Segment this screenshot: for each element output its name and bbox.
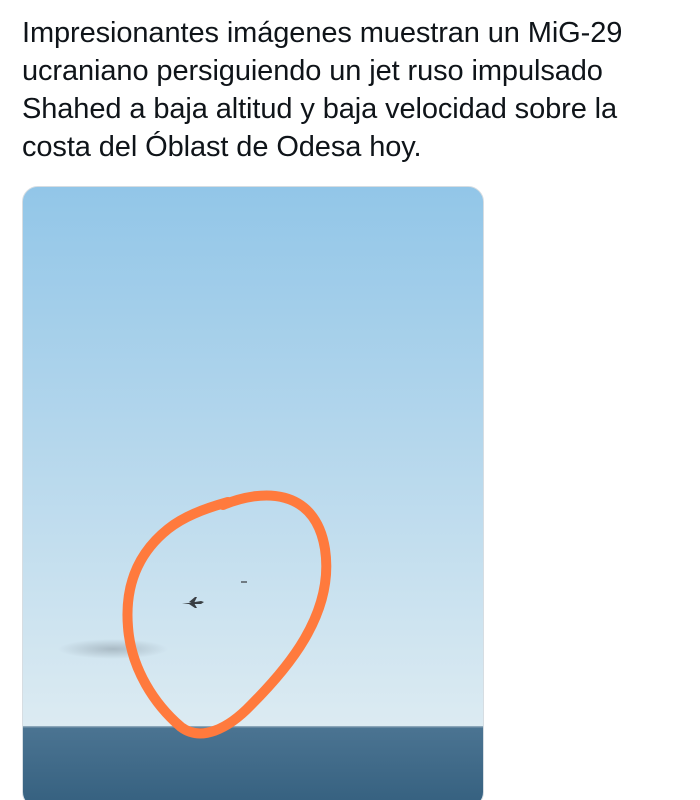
photo-scene (23, 187, 483, 800)
tweet-photo[interactable] (22, 186, 484, 800)
sea (23, 727, 483, 800)
smoke-trail (58, 639, 168, 659)
tweet-post: Impresionantes imágenes muestran un MiG-… (0, 0, 700, 800)
tweet-text: Impresionantes imágenes muestran un MiG-… (22, 17, 623, 163)
